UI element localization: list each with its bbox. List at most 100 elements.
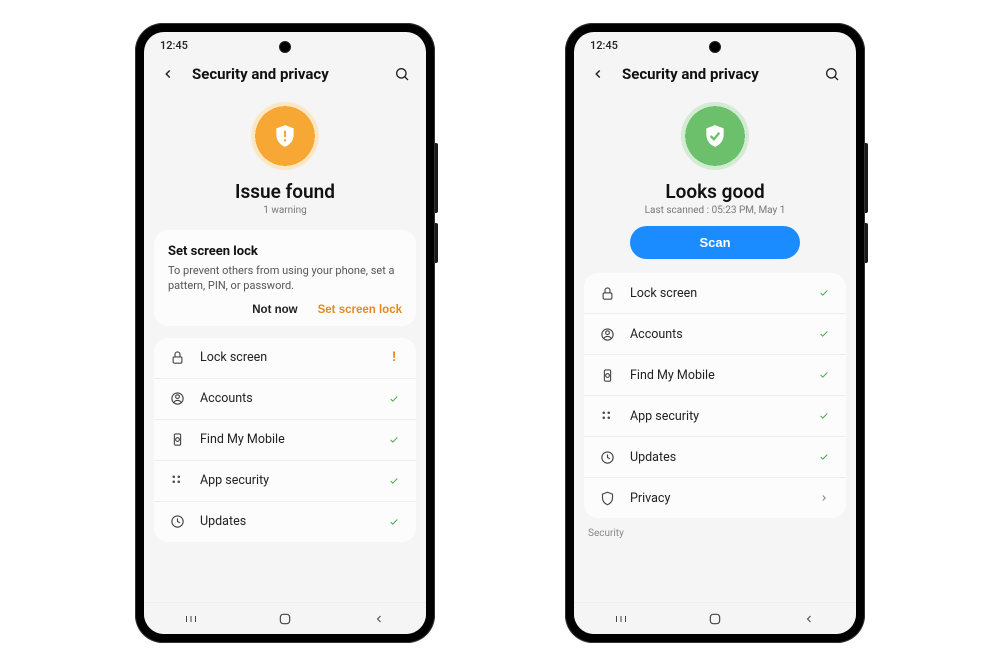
search-button[interactable] — [392, 64, 412, 84]
status-bar: 12:45 — [574, 32, 856, 58]
status-ok-icon — [386, 394, 402, 404]
update-icon — [168, 513, 186, 531]
screen: 12:45 Security and privacy Issue found 1… — [144, 32, 426, 634]
status-time: 12:45 — [160, 39, 188, 52]
shield-check-icon — [702, 123, 728, 149]
list-item-label: Accounts — [630, 327, 802, 342]
account-icon — [168, 390, 186, 408]
navigation-bar — [144, 602, 426, 634]
header: Security and privacy — [574, 58, 856, 94]
list-item-label: Lock screen — [200, 350, 372, 365]
apps-icon — [168, 472, 186, 490]
status-ok-icon — [386, 476, 402, 486]
section-label: Security — [584, 518, 846, 541]
status-ok-icon — [386, 435, 402, 445]
chevron-right-icon — [816, 493, 832, 503]
navigation-bar — [574, 602, 856, 634]
find-icon — [598, 366, 616, 384]
list-item-app-security[interactable]: App security — [584, 396, 846, 437]
list-item-find-my-mobile[interactable]: Find My Mobile — [584, 355, 846, 396]
recents-icon — [183, 613, 199, 625]
list-item-label: Updates — [200, 514, 372, 529]
side-button — [865, 143, 868, 213]
card-actions: Not now Set screen lock — [168, 304, 402, 316]
list-item-privacy[interactable]: Privacy — [584, 478, 846, 518]
list-item-label: App security — [630, 409, 802, 424]
recents-icon — [613, 613, 629, 625]
security-list: Lock screen Accounts Find My Mobile App … — [584, 273, 846, 518]
status-badge-warn — [251, 102, 319, 170]
home-icon — [278, 612, 292, 626]
account-icon — [598, 325, 616, 343]
home-icon — [708, 612, 722, 626]
suggestion-card: Set screen lock To prevent others from u… — [154, 230, 416, 326]
nav-recents[interactable] — [171, 613, 211, 625]
side-button — [435, 223, 438, 263]
side-button — [865, 223, 868, 263]
security-list: Lock screen ! Accounts Find My Mobile Ap… — [154, 338, 416, 542]
status-ok-icon — [816, 411, 832, 421]
content-area: Looks good Last scanned : 05:23 PM, May … — [574, 94, 856, 602]
status-bar: 12:45 — [144, 32, 426, 58]
nav-back[interactable] — [359, 613, 399, 625]
content-area: Issue found 1 warning Set screen lock To… — [144, 94, 426, 602]
search-button[interactable] — [822, 64, 842, 84]
status-ok-icon — [816, 329, 832, 339]
chevron-left-icon — [161, 67, 175, 81]
list-item-label: Privacy — [630, 491, 802, 506]
status-subtitle: 1 warning — [263, 205, 307, 216]
list-item-accounts[interactable]: Accounts — [584, 314, 846, 355]
nav-home[interactable] — [265, 612, 305, 626]
status-hero: Looks good Last scanned : 05:23 PM, May … — [584, 94, 846, 273]
search-icon — [394, 66, 410, 82]
back-button[interactable] — [588, 64, 608, 84]
page-title: Security and privacy — [192, 65, 378, 83]
list-item-find-my-mobile[interactable]: Find My Mobile — [154, 420, 416, 461]
list-item-updates[interactable]: Updates — [584, 437, 846, 478]
screen: 12:45 Security and privacy Looks good La… — [574, 32, 856, 634]
list-item-accounts[interactable]: Accounts — [154, 379, 416, 420]
lock-icon — [598, 284, 616, 302]
lock-icon — [168, 349, 186, 367]
scan-button[interactable]: Scan — [630, 226, 800, 259]
list-item-label: Find My Mobile — [200, 432, 372, 447]
update-icon — [598, 448, 616, 466]
chevron-left-icon — [591, 67, 605, 81]
back-button[interactable] — [158, 64, 178, 84]
status-hero: Issue found 1 warning — [154, 94, 416, 230]
status-ok-icon — [816, 452, 832, 462]
list-item-lock-screen[interactable]: Lock screen ! — [154, 338, 416, 379]
search-icon — [824, 66, 840, 82]
shield-alert-icon — [272, 123, 298, 149]
phone-frame-right: 12:45 Security and privacy Looks good La… — [565, 23, 865, 643]
card-description: To prevent others from using your phone,… — [168, 263, 402, 294]
list-item-label: Accounts — [200, 391, 372, 406]
set-screen-lock-button[interactable]: Set screen lock — [318, 304, 402, 316]
status-warn-icon: ! — [386, 350, 402, 365]
list-item-label: Updates — [630, 450, 802, 465]
nav-home[interactable] — [695, 612, 735, 626]
list-item-label: Find My Mobile — [630, 368, 802, 383]
side-button — [435, 143, 438, 213]
find-icon — [168, 431, 186, 449]
phone-frame-left: 12:45 Security and privacy Issue found 1… — [135, 23, 435, 643]
status-title: Looks good — [665, 180, 764, 203]
list-item-label: App security — [200, 473, 372, 488]
back-icon — [803, 613, 815, 625]
list-item-updates[interactable]: Updates — [154, 502, 416, 542]
status-time: 12:45 — [590, 39, 618, 52]
list-item-app-security[interactable]: App security — [154, 461, 416, 502]
apps-icon — [598, 407, 616, 425]
status-subtitle: Last scanned : 05:23 PM, May 1 — [645, 205, 786, 216]
status-ok-icon — [816, 288, 832, 298]
status-badge-good — [681, 102, 749, 170]
not-now-button[interactable]: Not now — [252, 304, 297, 316]
back-icon — [373, 613, 385, 625]
status-ok-icon — [816, 370, 832, 380]
nav-recents[interactable] — [601, 613, 641, 625]
list-item-lock-screen[interactable]: Lock screen — [584, 273, 846, 314]
status-title: Issue found — [235, 180, 335, 203]
card-title: Set screen lock — [168, 244, 402, 259]
nav-back[interactable] — [789, 613, 829, 625]
header: Security and privacy — [144, 58, 426, 94]
